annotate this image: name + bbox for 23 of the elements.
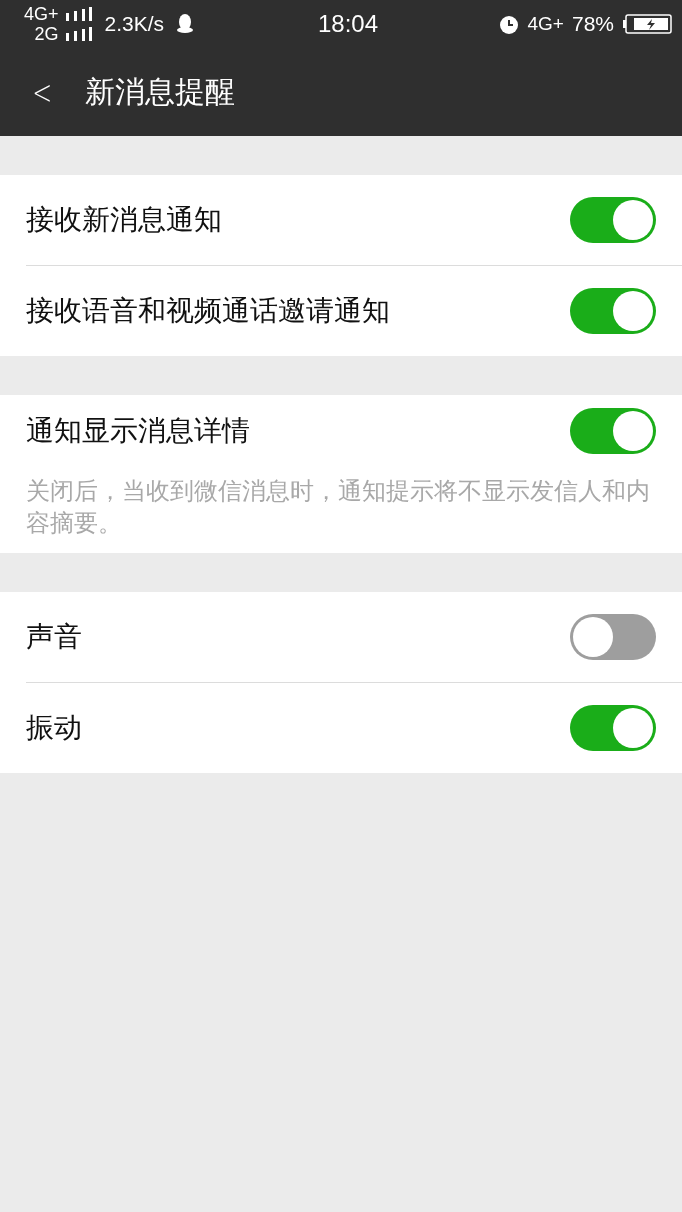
toggle-switch[interactable] [570,408,656,454]
setting-label: 通知显示消息详情 [26,413,250,449]
speed-text: 2.3K/s [104,12,165,36]
hint-text: 关闭后，当收到微信消息时，通知提示将不显示发信人和内容摘要。 [25,476,651,539]
battery-percent: 78% [571,12,614,36]
toggle-switch[interactable] [570,705,656,751]
toggle-switch[interactable] [570,197,656,243]
page-title: 新消息提醒 [84,72,235,111]
back-button[interactable]: < [29,72,56,112]
toggle-switch[interactable] [570,614,656,660]
network-label: 4G+ [527,13,564,35]
setting-label: 振动 [26,710,82,746]
setting-label: 接收语音和视频通话邀请通知 [26,293,390,329]
alarm-clock-icon [497,13,520,35]
network-label: 2G [34,24,59,44]
signal-icon [64,7,93,21]
time-text: 18:04 [317,10,379,38]
toggle-switch[interactable] [570,288,656,334]
setting-label: 接收新消息通知 [26,202,222,238]
battery-icon [622,14,672,34]
signal-icon [64,27,93,41]
setting-label: 声音 [26,619,82,655]
network-label: 4G+ [24,4,59,24]
